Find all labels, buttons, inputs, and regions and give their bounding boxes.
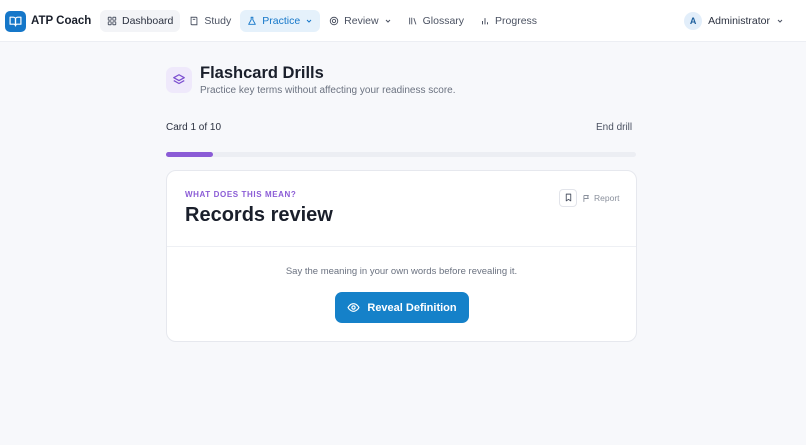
nav-item-dashboard[interactable]: Dashboard [100,10,181,32]
user-name: Administrator [708,15,770,27]
brand-name: ATP Coach [31,15,92,27]
progress-bar-fill [166,152,213,157]
card-term: Records review [185,204,333,226]
dashboard-icon [107,16,117,26]
nav-item-practice[interactable]: Practice [240,10,321,32]
eye-icon [347,301,360,314]
flask-icon [247,16,257,26]
nav-label: Dashboard [122,15,174,27]
page-title: Flashcard Drills [200,64,324,82]
bar-chart-icon [480,16,490,26]
bookmark-icon [564,189,573,207]
reveal-definition-button[interactable]: Reveal Definition [335,292,469,323]
book-open-icon [5,10,26,32]
nav-label: Glossary [422,15,465,27]
nav-item-glossary[interactable]: Glossary [401,10,471,32]
card-hint: Say the meaning in your own words before… [285,266,518,277]
reveal-label: Reveal Definition [367,301,457,314]
page-subtitle: Practice key terms without affecting you… [200,85,456,96]
user-menu[interactable]: A Administrator [684,11,784,31]
flashcard: WHAT DOES THIS MEAN? Records review Repo… [166,170,637,342]
progress-bar [166,152,636,157]
chevron-down-icon [305,17,313,25]
book-icon [189,16,199,26]
nav-label: Progress [495,15,538,27]
report-label: Report [594,193,620,203]
flag-icon [582,194,591,203]
nav-label: Review [344,15,379,27]
chevron-down-icon [776,17,784,25]
nav-item-study[interactable]: Study [182,10,238,32]
end-drill-button[interactable]: End drill [596,122,632,133]
nav-label: Study [204,15,232,27]
nav-label: Practice [262,15,301,27]
bookmark-button[interactable] [559,189,577,207]
top-navbar: ATP Coach Dashboard Study Practice Revie… [0,0,806,42]
report-button[interactable]: Report [582,192,620,204]
nav-item-progress[interactable]: Progress [473,10,544,32]
layers-icon [166,67,192,93]
card-counter: Card 1 of 10 [166,122,222,133]
chevron-down-icon [384,17,392,25]
nav-item-review[interactable]: Review [322,10,398,32]
brand[interactable]: ATP Coach [5,10,91,32]
target-icon [329,16,339,26]
card-eyebrow: WHAT DOES THIS MEAN? [185,190,297,199]
card-divider [167,246,636,247]
library-icon [408,16,418,26]
main-nav: Dashboard Study Practice Review Glossary… [100,10,546,32]
avatar: A [684,12,703,30]
